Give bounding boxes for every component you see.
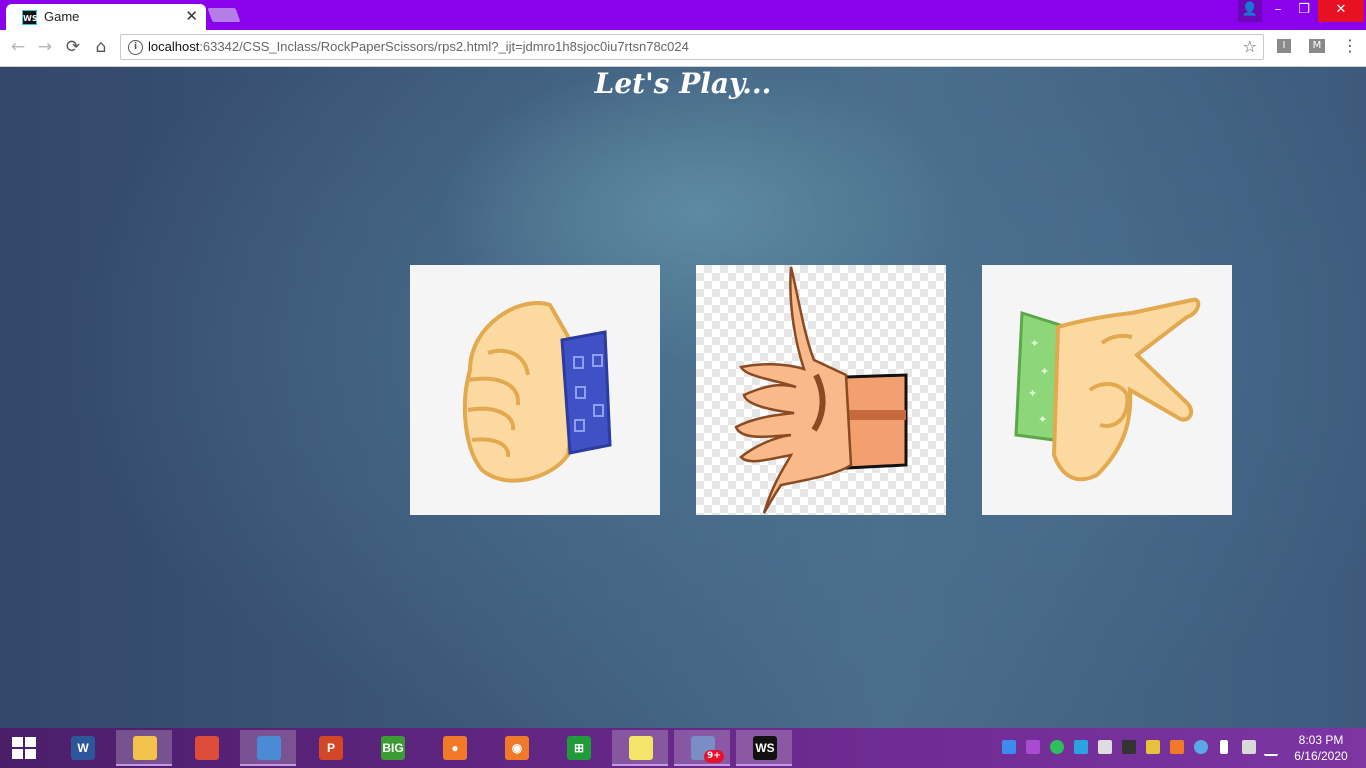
taskbar-camera[interactable]: ◉ xyxy=(488,730,544,766)
recorder-icon: ● xyxy=(443,736,467,760)
profile-icon[interactable]: 👤 xyxy=(1238,0,1262,22)
svg-text:✦: ✦ xyxy=(1030,337,1039,350)
paper-choice[interactable] xyxy=(696,265,946,515)
svg-text:✦: ✦ xyxy=(1028,387,1037,400)
taskbar-sticky-notes[interactable] xyxy=(612,730,668,766)
no-internet-tray-icon[interactable] xyxy=(1242,740,1256,754)
battery-tray-icon[interactable] xyxy=(1220,740,1228,754)
taskbar-chrome[interactable] xyxy=(178,730,234,766)
volume-tray-icon[interactable] xyxy=(1098,740,1112,754)
site-info-icon[interactable]: i xyxy=(128,40,143,55)
page-heading: Let's Play... xyxy=(594,67,772,100)
browser-toolbar: ← → ⟳ ⌂ i localhost:63342/CSS_Inclass/Ro… xyxy=(0,30,1366,67)
running-indicator xyxy=(240,764,296,766)
title-bar: WS Game ✕ 👤 – ❐ ✕ xyxy=(0,0,1366,30)
update-tray-icon[interactable] xyxy=(1074,740,1088,754)
store-icon: ⊞ xyxy=(567,736,591,760)
avast-tray-icon[interactable] xyxy=(1170,740,1184,754)
windows-start-icon[interactable] xyxy=(12,737,38,759)
clock-time: 8:03 PM xyxy=(1298,733,1344,747)
scissors-v-hand-icon: ✦ ✦ ✦ ✦ xyxy=(1014,297,1201,482)
address-bar[interactable]: i localhost:63342/CSS_Inclass/RockPaperS… xyxy=(120,34,1264,60)
tab-title: Game xyxy=(44,9,80,24)
folder-tray-icon[interactable] xyxy=(1146,740,1160,754)
taskbar-chrome-canary[interactable] xyxy=(240,730,296,766)
svg-text:✦: ✦ xyxy=(1040,365,1049,378)
signal-tray-icon[interactable] xyxy=(1264,740,1278,756)
url-text[interactable]: localhost:63342/CSS_Inclass/RockPaperSci… xyxy=(148,39,689,54)
restore-button[interactable]: ❐ xyxy=(1292,0,1316,22)
home-icon[interactable]: ⌂ xyxy=(90,36,112,58)
extension-m-icon[interactable]: M xyxy=(1309,39,1325,53)
taskbar-word[interactable]: W xyxy=(54,730,110,766)
sticky-notes-icon xyxy=(629,736,653,760)
taskbar-store[interactable]: ⊞ xyxy=(550,730,606,766)
forward-arrow-icon[interactable]: → xyxy=(34,36,56,58)
cloud-tray-icon[interactable] xyxy=(1194,740,1208,754)
new-tab-button[interactable] xyxy=(207,8,241,22)
chrome-canary-icon xyxy=(257,736,281,760)
scissors-choice[interactable]: ✦ ✦ ✦ ✦ xyxy=(982,265,1232,515)
chrome-icon xyxy=(195,736,219,760)
browser-menu-icon[interactable]: ⋮ xyxy=(1342,36,1358,55)
running-indicator xyxy=(116,764,172,766)
network-app-tray-icon[interactable] xyxy=(1026,740,1040,754)
close-window-button[interactable]: ✕ xyxy=(1318,0,1364,22)
system-clock[interactable]: 8:03 PM 6/16/2020 xyxy=(1284,732,1358,764)
camera-tray-icon[interactable] xyxy=(1122,740,1136,754)
word-icon: W xyxy=(71,736,95,760)
taskbar-file-explorer[interactable] xyxy=(116,730,172,766)
page-viewport: Let's Play... ✦ ✦ ✦ ✦ xyxy=(0,67,1366,728)
paper-open-hand-icon xyxy=(734,266,908,514)
windows-taskbar: W P BIG ● ◉ ⊞ 9+ WS 8:03 PM 6/16/2020 xyxy=(0,728,1366,768)
powerpoint-icon: P xyxy=(319,736,343,760)
clock-date: 6/16/2020 xyxy=(1294,749,1348,763)
rock-choice[interactable] xyxy=(410,265,660,515)
file-explorer-icon xyxy=(133,736,157,760)
sync-tray-icon[interactable] xyxy=(1050,740,1064,754)
big-farm-icon: BIG xyxy=(381,736,405,760)
running-indicator xyxy=(736,764,792,766)
svg-text:✦: ✦ xyxy=(1038,413,1047,426)
minimize-button[interactable]: – xyxy=(1266,0,1290,22)
reload-icon[interactable]: ⟳ xyxy=(62,36,84,58)
close-tab-icon[interactable]: ✕ xyxy=(185,7,198,25)
bookmark-star-icon[interactable]: ☆ xyxy=(1243,37,1257,56)
camera-icon: ◉ xyxy=(505,736,529,760)
taskbar-webstorm[interactable]: WS xyxy=(736,730,792,766)
zoom-tray-icon[interactable] xyxy=(1002,740,1016,754)
running-indicator xyxy=(674,764,730,766)
extension-i-icon[interactable]: I xyxy=(1277,39,1291,53)
webstorm-favicon-icon: WS xyxy=(22,10,38,25)
notification-badge: 9+ xyxy=(704,750,724,763)
taskbar-powerpoint[interactable]: P xyxy=(302,730,358,766)
back-arrow-icon[interactable]: ← xyxy=(7,36,29,58)
taskbar-messenger[interactable]: 9+ xyxy=(674,730,730,766)
rock-fist-hand-icon xyxy=(462,301,612,483)
url-path: :63342/CSS_Inclass/RockPaperScissors/rps… xyxy=(199,39,689,54)
url-host: localhost xyxy=(148,39,200,54)
browser-tab[interactable]: WS Game ✕ xyxy=(6,4,206,30)
taskbar-big-farm[interactable]: BIG xyxy=(364,730,420,766)
running-indicator xyxy=(612,764,668,766)
taskbar-recorder[interactable]: ● xyxy=(426,730,482,766)
webstorm-icon: WS xyxy=(753,736,777,760)
